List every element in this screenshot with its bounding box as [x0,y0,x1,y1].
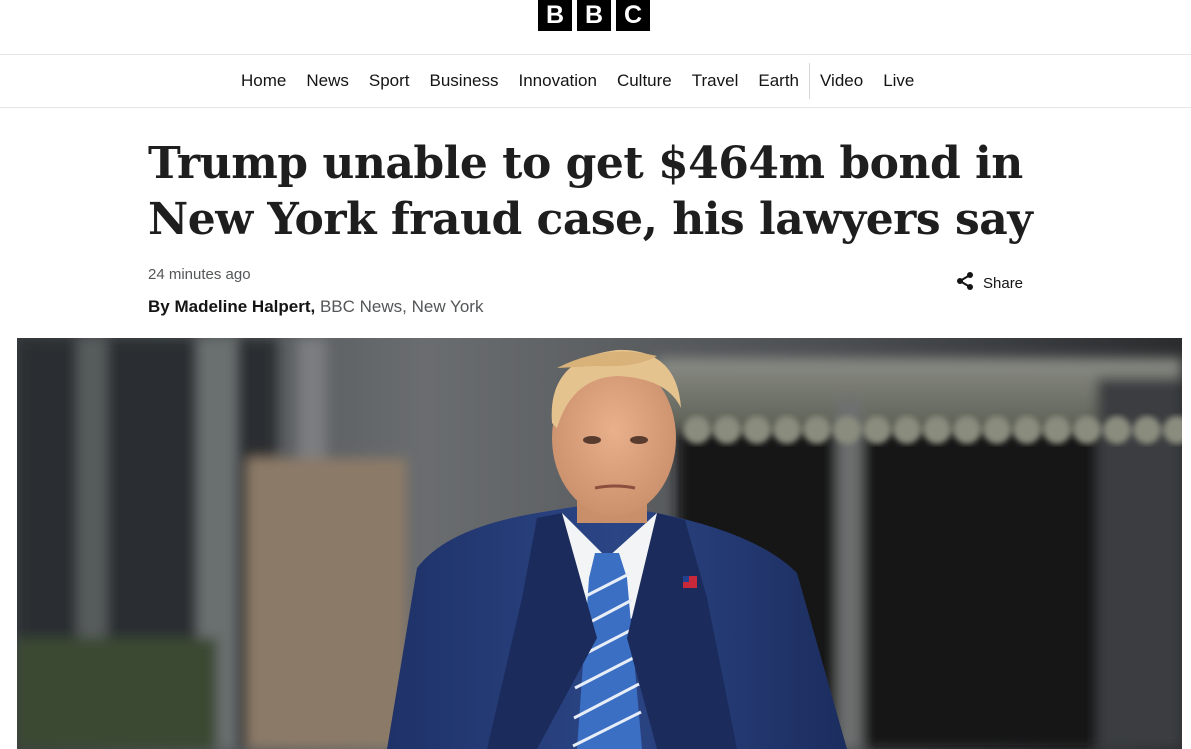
hero-image [17,338,1182,749]
nav-item-business[interactable]: Business [420,55,509,107]
bbc-logo[interactable]: B B C [538,0,650,31]
article-timestamp: 24 minutes ago [148,266,251,283]
article-byline: By Madeline Halpert, BBC News, New York [148,297,483,317]
byline-org: BBC News, [319,297,407,316]
hero-photo [17,338,1182,749]
nav-item-news[interactable]: News [296,55,359,107]
share-button[interactable]: Share [955,271,1024,296]
main-navigation: Home News Sport Business Innovation Cult… [0,55,1191,108]
nav-item-video[interactable]: Video [810,55,873,107]
share-label: Share [983,274,1024,292]
nav-item-travel[interactable]: Travel [682,55,749,107]
nav-item-innovation[interactable]: Innovation [509,55,607,107]
nav-item-live[interactable]: Live [873,55,924,107]
article-headline: Trump unable to get $464m bond in New Yo… [148,138,1033,245]
nav-list: Home News Sport Business Innovation Cult… [231,55,924,107]
byline-location: New York [411,297,484,316]
nav-item-sport[interactable]: Sport [359,55,420,107]
byline-prefix: By [148,297,170,316]
nav-item-home[interactable]: Home [231,55,296,107]
share-icon [955,271,975,296]
nav-item-culture[interactable]: Culture [607,55,682,107]
logo-letter-b2: B [577,0,611,31]
byline-author: Madeline Halpert, [174,297,316,316]
logo-letter-b1: B [538,0,572,31]
masthead: B B C [0,0,1191,55]
nav-item-earth[interactable]: Earth [748,55,809,107]
logo-letter-c: C [616,0,650,31]
